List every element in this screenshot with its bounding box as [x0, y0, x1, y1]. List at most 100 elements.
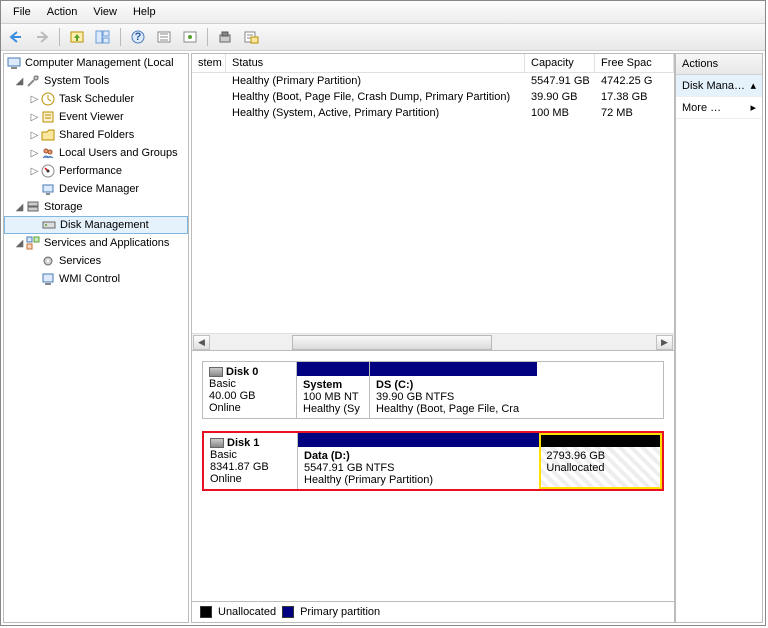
tree-task-scheduler[interactable]: ▷ Task Scheduler	[4, 90, 188, 108]
expand-icon[interactable]: ▷	[29, 94, 40, 105]
disk-icon	[209, 367, 223, 377]
disk-map: Disk 0 Basic 40.00 GB Online System100 M…	[191, 351, 675, 602]
users-icon	[40, 145, 56, 161]
actions-more[interactable]: More …▸	[676, 97, 762, 119]
tree-storage[interactable]: ◢ Storage	[4, 198, 188, 216]
tree-device-manager[interactable]: Device Manager	[4, 180, 188, 198]
back-button[interactable]	[5, 26, 27, 48]
col-status[interactable]: Status	[226, 54, 525, 72]
settings-icon[interactable]	[214, 26, 236, 48]
partition-d[interactable]: Data (D:)5547.91 GB NTFSHealthy (Primary…	[298, 433, 539, 489]
partition-unallocated[interactable]: 2793.96 GBUnallocated	[539, 433, 662, 489]
partition-c[interactable]: DS (C:)39.90 GB NTFSHealthy (Boot, Page …	[369, 362, 537, 418]
part-status: Healthy (Sy	[303, 403, 360, 415]
properties-icon[interactable]	[240, 26, 262, 48]
up-button[interactable]	[66, 26, 88, 48]
collapse-icon[interactable]: ◢	[14, 238, 25, 249]
expand-icon[interactable]: ▷	[29, 148, 40, 159]
tree-local-users[interactable]: ▷ Local Users and Groups	[4, 144, 188, 162]
tree-label: Event Viewer	[59, 111, 124, 123]
vol-status: Healthy (Primary Partition)	[226, 73, 525, 89]
chevron-right-icon: ▸	[750, 101, 756, 114]
legend-swatch-unallocated	[200, 606, 212, 618]
partition-system[interactable]: System100 MB NTHealthy (Sy	[297, 362, 369, 418]
disk-0[interactable]: Disk 0 Basic 40.00 GB Online System100 M…	[202, 361, 664, 419]
vol-status: Healthy (System, Active, Primary Partiti…	[226, 105, 525, 121]
show-console-button[interactable]	[92, 26, 114, 48]
tool-icon-1[interactable]	[179, 26, 201, 48]
tree-event-viewer[interactable]: ▷ Event Viewer	[4, 108, 188, 126]
collapse-icon[interactable]: ◢	[14, 202, 25, 213]
legend: Unallocated Primary partition	[191, 602, 675, 623]
partition-bar	[298, 433, 539, 447]
part-status: Healthy (Primary Partition)	[304, 474, 433, 486]
vol-free: 72 MB	[595, 105, 674, 121]
legend-unallocated: Unallocated	[218, 606, 276, 618]
actions-disk-management[interactable]: Disk Mana…▴	[676, 75, 762, 97]
tree-label: Computer Management (Local	[25, 57, 174, 69]
tree-shared-folders[interactable]: ▷ Shared Folders	[4, 126, 188, 144]
tree-label: Task Scheduler	[59, 93, 134, 105]
menu-bar: File Action View Help	[1, 1, 765, 24]
tree-label: WMI Control	[59, 273, 120, 285]
toolbar: ?	[1, 24, 765, 51]
tree-performance[interactable]: ▷ Performance	[4, 162, 188, 180]
tree-label: Storage	[44, 201, 83, 213]
disk-icon	[210, 438, 224, 448]
actions-title: Actions	[676, 54, 762, 75]
expand-icon[interactable]: ▷	[29, 130, 40, 141]
expand-icon[interactable]: ▷	[29, 112, 40, 123]
col-free[interactable]: Free Spac	[595, 54, 674, 72]
vol-capacity: 5547.91 GB	[525, 73, 595, 89]
part-size: 100 MB NT	[303, 391, 359, 403]
expand-icon[interactable]: ▷	[29, 166, 40, 177]
tree-services-apps[interactable]: ◢Services and Applications	[4, 234, 188, 252]
disk-state: Online	[209, 402, 241, 414]
tree-services[interactable]: Services	[4, 252, 188, 270]
volume-row[interactable]: Healthy (System, Active, Primary Partiti…	[192, 105, 674, 121]
vol-status: Healthy (Boot, Page File, Crash Dump, Pr…	[226, 89, 525, 105]
menu-action[interactable]: Action	[39, 3, 86, 21]
volume-list-header: stem Status Capacity Free Spac	[192, 54, 674, 73]
scroll-left-icon[interactable]: ◀	[193, 335, 210, 350]
tree-wmi[interactable]: WMI Control	[4, 270, 188, 288]
disk-size: 40.00 GB	[209, 390, 255, 402]
volume-row[interactable]: Healthy (Boot, Page File, Crash Dump, Pr…	[192, 89, 674, 105]
volume-list-body[interactable]: Healthy (Primary Partition) 5547.91 GB 4…	[192, 73, 674, 333]
vol-free: 17.38 GB	[595, 89, 674, 105]
part-size: 39.90 GB NTFS	[376, 391, 454, 403]
menu-view[interactable]: View	[85, 3, 125, 21]
disk-type: Basic	[209, 378, 236, 390]
refresh-icon[interactable]	[153, 26, 175, 48]
h-scrollbar[interactable]: ◀ ▶	[192, 333, 674, 350]
tree-label: Shared Folders	[59, 129, 134, 141]
tree-label: Performance	[59, 165, 122, 177]
folder-icon	[40, 127, 56, 143]
help-button[interactable]: ?	[127, 26, 149, 48]
forward-button[interactable]	[31, 26, 53, 48]
tree-root[interactable]: Computer Management (Local	[4, 54, 188, 72]
gear-icon	[40, 253, 56, 269]
tree-system-tools[interactable]: ◢System Tools	[4, 72, 188, 90]
collapse-icon[interactable]: ◢	[14, 76, 25, 87]
vol-capacity: 100 MB	[525, 105, 595, 121]
volume-row[interactable]: Healthy (Primary Partition) 5547.91 GB 4…	[192, 73, 674, 89]
scroll-thumb[interactable]	[292, 335, 492, 350]
disk-size: 8341.87 GB	[210, 461, 269, 473]
col-stem[interactable]: stem	[192, 54, 226, 72]
partition-bar	[540, 433, 662, 447]
part-status: Unallocated	[546, 462, 604, 474]
tree-label: Disk Management	[60, 219, 149, 231]
disk-name: Disk 0	[226, 366, 258, 378]
tree-label: Local Users and Groups	[59, 147, 178, 159]
menu-help[interactable]: Help	[125, 3, 164, 21]
tree-disk-management[interactable]: Disk Management	[4, 216, 188, 234]
col-capacity[interactable]: Capacity	[525, 54, 595, 72]
disk-1[interactable]: Disk 1 Basic 8341.87 GB Online Data (D:)…	[202, 431, 664, 491]
menu-file[interactable]: File	[5, 3, 39, 21]
disk-state: Online	[210, 473, 242, 485]
scroll-right-icon[interactable]: ▶	[656, 335, 673, 350]
volume-list: stem Status Capacity Free Spac Healthy (…	[191, 53, 675, 351]
nav-tree[interactable]: Computer Management (Local ◢System Tools…	[3, 53, 189, 623]
tools-icon	[25, 73, 41, 89]
